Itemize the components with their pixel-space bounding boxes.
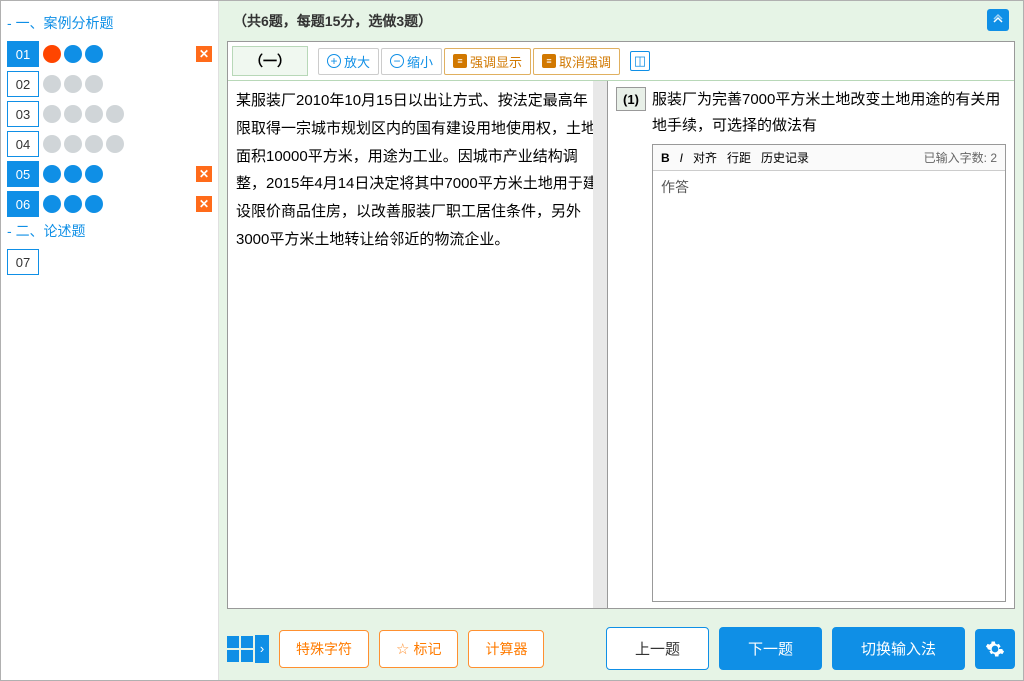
qnum-01[interactable]: 01 [7,41,39,67]
calculator-button[interactable]: 计算器 [468,630,544,668]
dot-icon [85,195,103,213]
progress-dots [43,165,192,183]
dot-icon [43,135,61,153]
chevron-right-icon: › [255,635,269,663]
editor-toolbar: B I 对齐 行距 历史记录 已输入字数: 2 [653,145,1005,171]
section-2-header: 二、论述题 [7,221,212,241]
unhighlight-button[interactable]: ≡取消强调 [533,48,620,75]
line-spacing-button[interactable]: 行距 [727,149,751,166]
remove-icon[interactable]: ✕ [196,166,212,182]
prev-question-button[interactable]: 上一题 [606,627,709,670]
qnum-03[interactable]: 03 [7,101,39,127]
bookmark-button[interactable]: ☆标记 [379,630,458,668]
sub-question-content: 服装厂为完善7000平方米土地改变土地用途的有关用地手续，可选择的做法有 B I… [652,87,1006,602]
dot-icon [106,135,124,153]
remove-icon[interactable]: ✕ [196,46,212,62]
section-1-header: 一、案例分析题 [7,13,212,33]
star-icon: ☆ [396,640,409,658]
main-area: （共6题，每题15分，选做3题） （一） +放大 −缩小 ≡强调显示 ≡取消强调… [219,1,1023,680]
dot-icon [85,75,103,93]
info-bar: （共6题，每题15分，选做3题） [219,1,1023,41]
passage-pane[interactable]: 某服装厂2010年10月15日以出让方式、按法定最高年限取得一宗城市规划区内的国… [228,81,608,608]
dot-icon [85,165,103,183]
zoom-out-button[interactable]: −缩小 [381,48,442,75]
dot-icon [64,195,82,213]
dot-icon [43,75,61,93]
switch-ime-button[interactable]: 切换输入法 [832,627,965,670]
qnum-07[interactable]: 07 [7,249,39,275]
dot-icon [43,45,61,63]
bottom-toolbar: › 特殊字符 ☆标记 计算器 上一题 下一题 切换输入法 [219,617,1023,680]
plus-icon: + [327,54,341,68]
sub-question-number[interactable]: (1) [616,87,646,111]
progress-dots [43,195,192,213]
question-row-02[interactable]: 02 [7,71,212,97]
dot-icon [64,75,82,93]
scrollbar-thumb[interactable] [595,83,605,113]
dot-icon [64,165,82,183]
settings-button[interactable] [975,629,1015,669]
question-row-05[interactable]: 05 ✕ [7,161,212,187]
content-panel: （一） +放大 −缩小 ≡强调显示 ≡取消强调 ◫ 某服装厂2010年10月15… [227,41,1015,609]
progress-dots [43,45,192,63]
info-text: （共6题，每题15分，选做3题） [233,13,432,29]
dot-icon [64,105,82,123]
bold-button[interactable]: B [661,151,670,165]
progress-dots [43,105,212,123]
collapse-up-icon[interactable] [987,9,1009,31]
layout-split-icon[interactable]: ◫ [630,51,650,71]
dot-icon [43,165,61,183]
question-toolbar: （一） +放大 −缩小 ≡强调显示 ≡取消强调 ◫ [228,42,1014,81]
question-row-07[interactable]: 07 [7,249,212,275]
highlight-button[interactable]: ≡强调显示 [444,48,531,75]
answer-pane: (1) 服装厂为完善7000平方米土地改变土地用途的有关用地手续，可选择的做法有… [608,81,1014,608]
question-row-01[interactable]: 01 ✕ [7,41,212,67]
special-chars-button[interactable]: 特殊字符 [279,630,369,668]
split-panes: 某服装厂2010年10月15日以出让方式、按法定最高年限取得一宗城市规划区内的国… [228,81,1014,608]
passage-text: 某服装厂2010年10月15日以出让方式、按法定最高年限取得一宗城市规划区内的国… [236,92,598,248]
dot-icon [85,105,103,123]
qnum-05[interactable]: 05 [7,161,39,187]
progress-dots [43,135,212,153]
minus-icon: − [390,54,404,68]
char-count: 已输入字数: 2 [924,149,997,166]
grid-icon [227,636,253,662]
unhighlight-icon: ≡ [542,54,556,68]
dot-icon [64,135,82,153]
italic-button[interactable]: I [680,151,683,165]
dot-icon [43,195,61,213]
qnum-06[interactable]: 06 [7,191,39,217]
align-button[interactable]: 对齐 [693,149,717,166]
question-row-03[interactable]: 03 [7,101,212,127]
history-button[interactable]: 历史记录 [761,149,809,166]
dot-icon [85,45,103,63]
sub-question-text: 服装厂为完善7000平方米土地改变土地用途的有关用地手续，可选择的做法有 [652,87,1006,138]
dot-icon [43,105,61,123]
dot-icon [64,45,82,63]
qnum-04[interactable]: 04 [7,131,39,157]
next-question-button[interactable]: 下一题 [719,627,822,670]
progress-dots [43,75,212,93]
dot-icon [85,135,103,153]
gear-icon [985,639,1005,659]
zoom-in-button[interactable]: +放大 [318,48,379,75]
grid-view-button[interactable]: › [227,635,269,663]
question-row-04[interactable]: 04 [7,131,212,157]
answer-editor: B I 对齐 行距 历史记录 已输入字数: 2 作答 [652,144,1006,602]
question-nav-sidebar: 一、案例分析题 01 ✕ 02 03 [1,1,219,680]
question-number-label: （一） [232,46,308,76]
qnum-02[interactable]: 02 [7,71,39,97]
highlight-icon: ≡ [453,54,467,68]
remove-icon[interactable]: ✕ [196,196,212,212]
question-row-06[interactable]: 06 ✕ [7,191,212,217]
editor-textarea[interactable]: 作答 [653,171,1005,601]
dot-icon [106,105,124,123]
